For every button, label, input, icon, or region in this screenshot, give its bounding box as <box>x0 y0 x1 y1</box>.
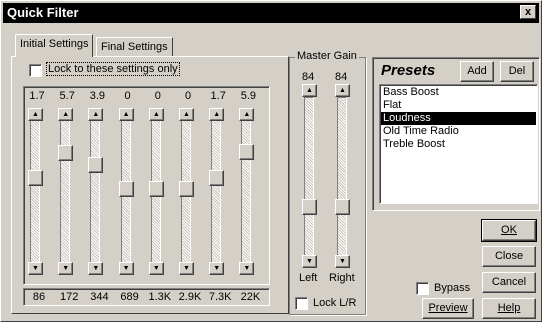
eq-up-arrow-icon[interactable]: ▲ <box>179 108 194 121</box>
tab-initial-settings-label: Initial Settings <box>20 38 89 50</box>
master-left-down-arrow-icon[interactable]: ▼ <box>302 255 317 268</box>
eq-band-slider-thumb[interactable] <box>88 156 104 173</box>
help-button[interactable]: Help <box>482 298 536 319</box>
eq-band-slider-thumb[interactable] <box>209 170 225 187</box>
lock-lr-label: Lock L/R <box>313 297 357 309</box>
frequency-label: 689 <box>120 291 139 303</box>
eq-band-value: 3.9 <box>89 90 106 102</box>
eq-band-value: 0 <box>124 90 131 102</box>
master-gain-right-value: 84 <box>335 71 348 83</box>
eq-band-value: 5.9 <box>240 90 257 102</box>
lock-settings-checkbox[interactable] <box>29 64 42 77</box>
bypass-checkbox[interactable] <box>416 282 429 295</box>
eq-down-arrow-icon[interactable]: ▼ <box>179 262 194 275</box>
ok-button-label: OK <box>501 224 517 236</box>
lock-lr-checkbox[interactable] <box>295 297 308 310</box>
master-left-label: Left <box>299 272 318 284</box>
preset-list-item[interactable]: Flat <box>381 99 536 112</box>
eq-band-slider-thumb[interactable] <box>58 145 74 162</box>
master-right-label: Right <box>329 272 355 284</box>
master-gain-left-track[interactable] <box>304 97 314 257</box>
master-right-slider-thumb[interactable] <box>335 199 350 215</box>
frequency-labels: 86 172 344 689 1.3K 2.9K 7.3K 22K <box>23 288 270 306</box>
eq-down-arrow-icon[interactable]: ▼ <box>88 262 104 275</box>
cancel-button-label: Cancel <box>491 276 527 288</box>
eq-band-value: 0 <box>154 90 161 102</box>
delete-preset-button[interactable]: Del <box>500 61 534 82</box>
eq-band-slider-thumb[interactable] <box>118 181 134 197</box>
eq-down-arrow-icon[interactable]: ▼ <box>58 262 74 275</box>
bypass-label: Bypass <box>434 282 471 294</box>
title-bar: Quick Filter x <box>3 3 539 23</box>
eq-band-slider-thumb[interactable] <box>148 181 164 197</box>
preview-button-label: Preview <box>428 302 468 314</box>
eq-band-slider-thumb[interactable] <box>28 170 43 187</box>
eq-band-value: 1.7 <box>29 90 45 102</box>
frequency-label: 1.3K <box>148 291 172 303</box>
tab-final-settings[interactable]: Final Settings <box>96 37 173 57</box>
eq-down-arrow-icon[interactable]: ▼ <box>148 262 164 275</box>
eq-up-arrow-icon[interactable]: ▲ <box>209 108 225 121</box>
help-button-label: Help <box>497 302 521 314</box>
master-gain-left-value: 84 <box>302 71 315 83</box>
eq-up-arrow-icon[interactable]: ▲ <box>58 108 74 121</box>
eq-up-arrow-icon[interactable]: ▲ <box>148 108 164 121</box>
eq-down-arrow-icon[interactable]: ▼ <box>209 262 225 275</box>
master-gain-right-track[interactable] <box>337 97 347 257</box>
eq-band-track[interactable] <box>30 114 40 264</box>
eq-band-slider-thumb[interactable] <box>179 181 194 197</box>
master-left-up-arrow-icon[interactable]: ▲ <box>302 84 317 97</box>
eq-up-arrow-icon[interactable]: ▲ <box>118 108 134 121</box>
master-left-slider-thumb[interactable] <box>302 199 317 215</box>
eq-band-track[interactable] <box>60 114 71 264</box>
eq-band-value: 0 <box>184 90 192 102</box>
eq-up-arrow-icon[interactable]: ▲ <box>28 108 43 121</box>
preset-list-item[interactable]: Loudness <box>381 112 536 125</box>
preset-list-item[interactable]: Bass Boost <box>381 86 536 99</box>
eq-band-value: 1.7 <box>210 90 226 102</box>
add-preset-button[interactable]: Add <box>460 61 494 82</box>
frequency-label: 344 <box>90 291 109 303</box>
eq-down-arrow-icon[interactable]: ▼ <box>118 262 134 275</box>
frequency-label: 86 <box>32 291 46 303</box>
frequency-label: 2.9K <box>178 291 202 303</box>
cancel-button[interactable]: Cancel <box>482 272 536 293</box>
master-gain-title: Master Gain <box>295 50 359 62</box>
preset-list-item[interactable]: Old Time Radio <box>381 125 536 138</box>
eq-up-arrow-icon[interactable]: ▲ <box>239 108 255 121</box>
presets-list[interactable]: Bass Boost Flat Loudness Old Time Radio Treb… <box>379 84 538 204</box>
eq-down-arrow-icon[interactable]: ▼ <box>239 262 255 275</box>
close-button-label: Close <box>494 250 524 262</box>
master-right-down-arrow-icon[interactable]: ▼ <box>335 255 350 268</box>
equalizer-panel: 1.7 ▲ ▼ 5.7 ▲ ▼ 3.9 ▲ ▼ 0 ▲ ▼ 0 ▲ ▼ 0 ▲ ▼ 1.7 ▲ ▼ 5.9 ▲ ▼ <box>23 86 270 285</box>
ok-button[interactable]: OK <box>481 219 537 242</box>
close-button[interactable]: Close <box>482 246 536 267</box>
frequency-label: 7.3K <box>208 291 232 303</box>
preset-list-item[interactable]: Treble Boost <box>381 138 536 151</box>
frequency-label: 172 <box>60 291 79 303</box>
preview-button[interactable]: Preview <box>422 298 474 319</box>
window-title: Quick Filter <box>7 5 79 20</box>
close-icon[interactable]: x <box>520 5 536 19</box>
eq-down-arrow-icon[interactable]: ▼ <box>28 262 43 275</box>
presets-title: Presets <box>381 62 436 79</box>
master-right-up-arrow-icon[interactable]: ▲ <box>335 84 350 97</box>
tab-final-settings-label: Final Settings <box>101 41 168 53</box>
eq-band-value: 5.7 <box>59 90 75 102</box>
eq-band-track[interactable] <box>241 114 252 264</box>
eq-band-slider-thumb[interactable] <box>239 144 255 161</box>
eq-band-track[interactable] <box>211 114 222 264</box>
frequency-label: 22K <box>240 291 261 303</box>
eq-band-track[interactable] <box>90 114 101 264</box>
tab-initial-settings[interactable]: Initial Settings <box>15 34 94 57</box>
lock-settings-label: Lock to these settings only <box>46 62 180 76</box>
eq-up-arrow-icon[interactable]: ▲ <box>88 108 104 121</box>
quick-filter-dialog: Quick Filter x Initial Settings Final Se… <box>0 0 542 322</box>
